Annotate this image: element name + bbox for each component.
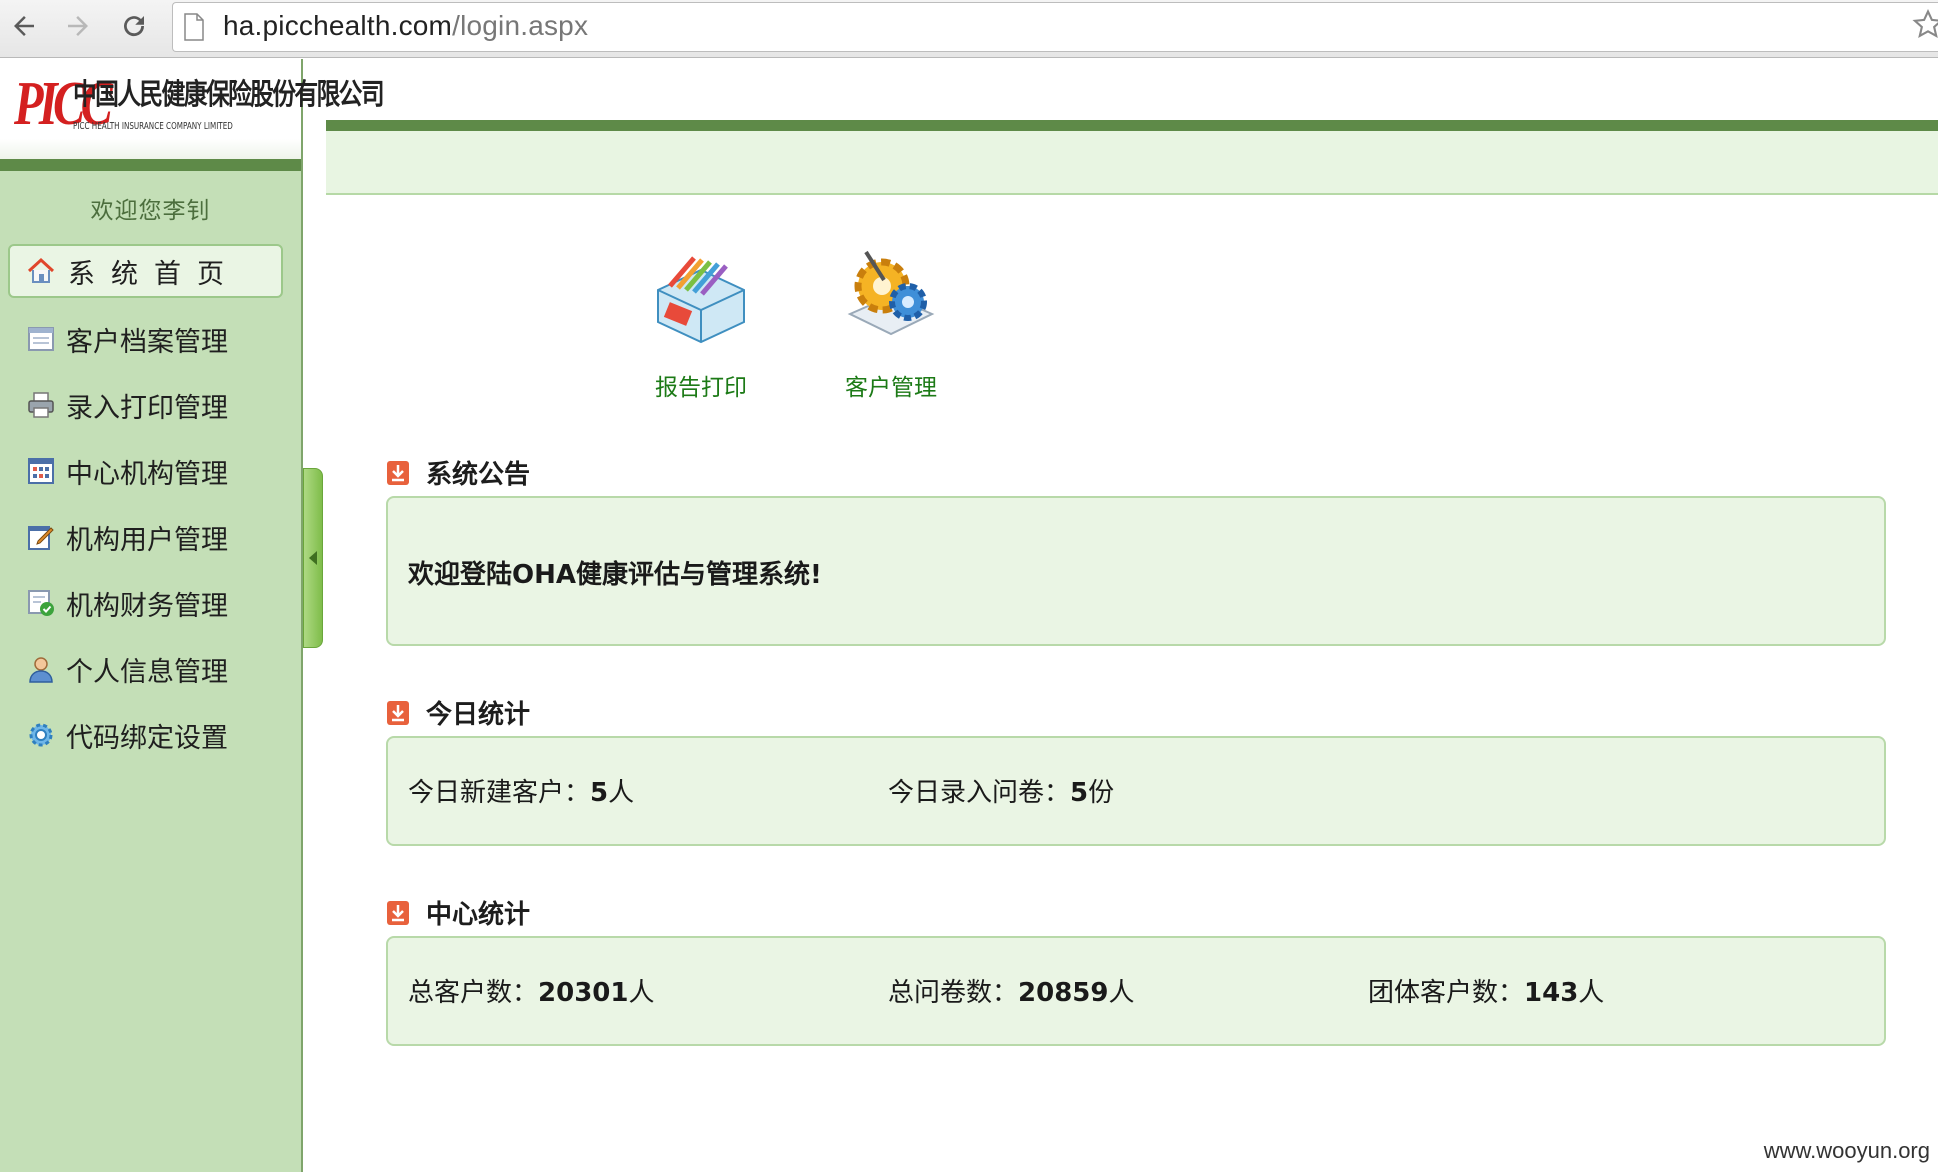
url-text: ha.picchealth.com/login.aspx <box>223 10 588 42</box>
stat-label: 今日新建客户： <box>408 778 591 808</box>
stat-value: 20859 <box>1018 978 1109 1008</box>
watermark: www.wooyun.org <box>1763 1138 1930 1163</box>
center-group-customers: 团体客户数：143人 <box>1368 972 1604 1009</box>
page-icon <box>184 13 204 41</box>
back-arrow-icon <box>14 16 34 36</box>
stat-label: 团体客户数： <box>1368 978 1525 1008</box>
collapse-arrow-icon <box>309 551 317 565</box>
sidebar-item-input-print[interactable]: 录入打印管理 <box>0 372 301 438</box>
file-icon <box>28 327 54 351</box>
printer-icon <box>28 392 54 418</box>
section-arrow-icon <box>387 900 409 925</box>
stat-value: 143 <box>1524 978 1579 1008</box>
reload-icon <box>124 16 145 37</box>
url-path: /login.aspx <box>452 10 589 41</box>
stat-unit: 份 <box>1088 778 1115 808</box>
stat-unit: 人 <box>1108 978 1135 1008</box>
quick-link-report-print[interactable]: 报告打印 <box>626 240 776 402</box>
section-arrow-icon <box>387 460 409 485</box>
logo-company-cn: 中国人民健康保险股份有限公司 <box>73 77 385 111</box>
logo-divider <box>0 159 301 171</box>
sidebar-item-label: 个人信息管理 <box>66 656 228 688</box>
customer-manage-icon <box>847 250 935 336</box>
stat-unit: 人 <box>1578 978 1605 1008</box>
stat-label: 总客户数： <box>408 978 539 1008</box>
quick-link-label: 客户管理 <box>845 375 937 401</box>
content-header-stripe <box>326 120 1938 131</box>
announcement-panel: 欢迎登陆OHA健康评估与管理系统! <box>386 496 1886 646</box>
sidebar-item-code-binding[interactable]: 代码绑定设置 <box>0 702 301 768</box>
browser-toolbar: ha.picchealth.com/login.aspx <box>0 0 1938 58</box>
user-icon <box>29 657 53 683</box>
logo-company-en: PICC HEALTH INSURANCE COMPANY LIMITED <box>73 121 233 132</box>
reload-button[interactable] <box>114 6 154 46</box>
edit-icon <box>28 526 54 550</box>
center-total-questionnaires: 总问卷数：20859人 <box>888 972 1135 1009</box>
sidebar-menu: 系统首页 客户档案管理 录入打印管理 中心机构管理 机构用户管理 机构财务管理 … <box>0 244 301 768</box>
report-print-icon <box>657 256 745 344</box>
content-header-bar <box>326 131 1938 195</box>
sidebar-item-label: 中心机构管理 <box>66 458 228 490</box>
quick-link-label: 报告打印 <box>655 375 747 401</box>
stat-value: 5 <box>1070 778 1089 808</box>
settings-icon <box>29 723 53 747</box>
today-questionnaires: 今日录入问卷：5份 <box>888 772 1114 809</box>
sidebar-item-center-org[interactable]: 中心机构管理 <box>0 438 301 504</box>
announcement-text: 欢迎登陆OHA健康评估与管理系统! <box>408 560 822 590</box>
stat-unit: 人 <box>628 978 655 1008</box>
logo: PICC 中国人民健康保险股份有限公司 PICC HEALTH INSURANC… <box>0 59 385 159</box>
welcome-text: 欢迎您李钊 <box>90 198 211 224</box>
home-icon <box>27 257 55 283</box>
section-title-text: 中心统计 <box>426 900 531 930</box>
forward-arrow-icon <box>68 16 88 36</box>
sidebar-item-org-finance[interactable]: 机构财务管理 <box>0 570 301 636</box>
sidebar-item-label: 录入打印管理 <box>66 392 228 424</box>
sidebar-item-label: 机构用户管理 <box>66 524 228 556</box>
sidebar-collapse-handle[interactable] <box>303 468 323 648</box>
center-stats-title: 中心统计 <box>386 894 530 931</box>
url-host: ha.picchealth.com <box>223 10 453 41</box>
sidebar-item-label: 代码绑定设置 <box>66 722 228 754</box>
sidebar-item-customer-files[interactable]: 客户档案管理 <box>0 306 301 372</box>
forward-button[interactable] <box>58 6 98 46</box>
section-arrow-icon <box>387 700 409 725</box>
stat-value: 5 <box>590 778 609 808</box>
sidebar-item-org-users[interactable]: 机构用户管理 <box>0 504 301 570</box>
announcement-title: 系统公告 <box>386 454 530 491</box>
grid-icon <box>28 458 54 484</box>
sidebar-item-home[interactable]: 系统首页 <box>8 244 283 298</box>
stat-label: 总问卷数： <box>888 978 1019 1008</box>
section-title-text: 今日统计 <box>426 700 531 730</box>
address-bar[interactable]: ha.picchealth.com/login.aspx <box>172 2 1938 52</box>
sidebar-item-personal-info[interactable]: 个人信息管理 <box>0 636 301 702</box>
back-button[interactable] <box>4 6 44 46</box>
bookmark-star-icon[interactable] <box>1910 7 1938 43</box>
quick-link-customer-manage[interactable]: 客户管理 <box>816 240 966 402</box>
stat-label: 今日录入问卷： <box>888 778 1071 808</box>
sidebar-item-label: 机构财务管理 <box>66 590 228 622</box>
stat-unit: 人 <box>608 778 635 808</box>
finance-icon <box>28 590 54 616</box>
sidebar-item-label: 客户档案管理 <box>66 326 228 358</box>
stat-value: 20301 <box>538 978 629 1008</box>
sidebar-item-label: 系统首页 <box>68 258 240 290</box>
today-stats-panel: 今日新建客户：5人 今日录入问卷：5份 <box>386 736 1886 846</box>
today-new-customers: 今日新建客户：5人 <box>408 772 634 809</box>
sidebar: PICC 中国人民健康保险股份有限公司 PICC HEALTH INSURANC… <box>0 59 385 1172</box>
section-title-text: 系统公告 <box>426 460 531 490</box>
center-stats-panel: 总客户数：20301人 总问卷数：20859人 团体客户数：143人 <box>386 936 1886 1046</box>
today-stats-title: 今日统计 <box>386 694 530 731</box>
center-total-customers: 总客户数：20301人 <box>408 972 655 1009</box>
